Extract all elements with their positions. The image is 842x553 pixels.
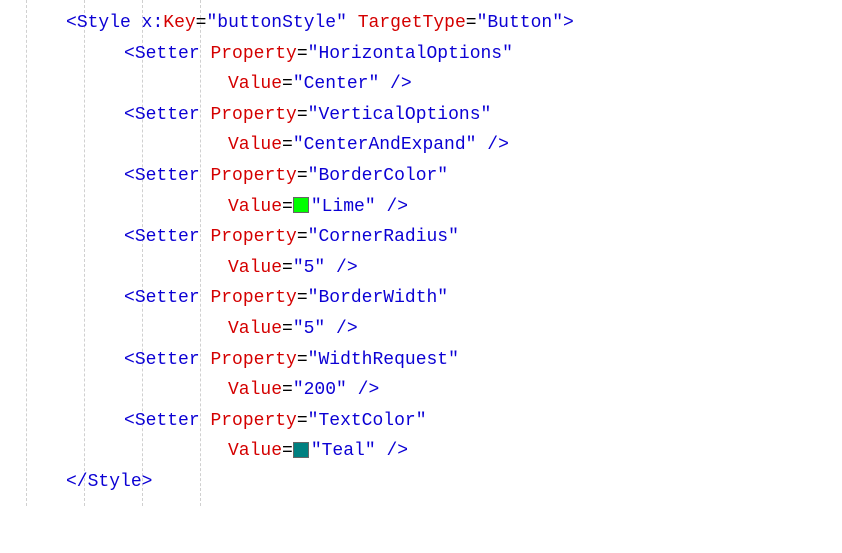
code-line-setter-prop: <Setter Property="WidthRequest" (24, 345, 842, 376)
color-swatch-lime (293, 197, 309, 213)
code-line-style-close: </Style> (24, 467, 842, 498)
color-swatch-teal (293, 442, 309, 458)
code-line-setter-value: Value="Lime" /> (24, 192, 842, 223)
code-line-setter-value: Value="CenterAndExpand" /> (24, 130, 842, 161)
code-line-style-open: <Style x:Key="buttonStyle" TargetType="B… (24, 8, 842, 39)
code-line-setter-prop: <Setter Property="BorderColor" (24, 161, 842, 192)
code-line-setter-value: Value="Center" /> (24, 69, 842, 100)
code-line-setter-value: Value="Teal" /> (24, 436, 842, 467)
code-line-setter-prop: <Setter Property="VerticalOptions" (24, 100, 842, 131)
code-line-setter-value: Value="5" /> (24, 314, 842, 345)
code-line-setter-value: Value="5" /> (24, 253, 842, 284)
code-line-setter-prop: <Setter Property="CornerRadius" (24, 222, 842, 253)
code-line-setter-prop: <Setter Property="BorderWidth" (24, 283, 842, 314)
code-line-setter-prop: <Setter Property="TextColor" (24, 406, 842, 437)
code-line-setter-prop: <Setter Property="HorizontalOptions" (24, 39, 842, 70)
code-block: <Style x:Key="buttonStyle" TargetType="B… (0, 0, 842, 506)
code-line-setter-value: Value="200" /> (24, 375, 842, 406)
